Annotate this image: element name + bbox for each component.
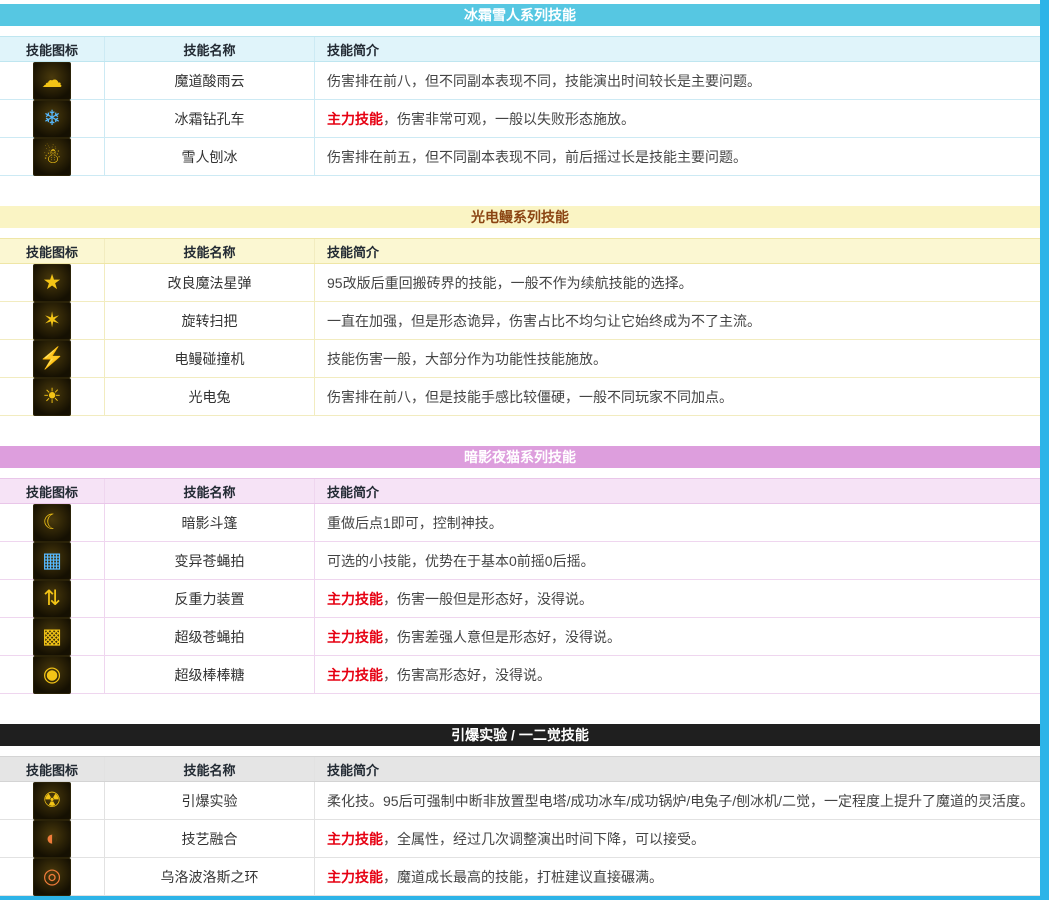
section-title: 光电鳗系列技能 [0, 206, 1040, 228]
skill-desc: 主力技能，魔道成长最高的技能，打桩建议直接碾满。 [315, 858, 1040, 895]
eel-collider-icon: ⚡ [33, 340, 71, 378]
skill-name: 改良魔法星弹 [105, 264, 315, 301]
table-row: ☁ 魔道酸雨云 伤害排在前八，但不同副本表现不同，技能演出时间较长是主要问题。 [0, 62, 1040, 100]
skill-name: 旋转扫把 [105, 302, 315, 339]
table-row: ◎ 乌洛波洛斯之环 主力技能，魔道成长最高的技能，打桩建议直接碾满。 [0, 858, 1040, 896]
skill-name: 超级棒棒糖 [105, 656, 315, 693]
skill-name: 变异苍蝇拍 [105, 542, 315, 579]
skill-name: 反重力装置 [105, 580, 315, 617]
section-title: 暗影夜猫系列技能 [0, 446, 1040, 468]
page-edge-strip-bottom [0, 896, 1049, 900]
table-row: ⇅ 反重力装置 主力技能，伤害一般但是形态好，没得说。 [0, 580, 1040, 618]
column-header-skill-desc: 技能简介 [315, 479, 1040, 503]
section-title: 引爆实验 / 一二觉技能 [0, 724, 1040, 746]
skill-name: 电鳗碰撞机 [105, 340, 315, 377]
skill-desc: 主力技能，伤害一般但是形态好，没得说。 [315, 580, 1040, 617]
super-lollipop-icon: ◉ [33, 656, 71, 694]
section-frost-snowman: 冰霜雪人系列技能 技能图标 技能名称 技能简介 ☁ 魔道酸雨云 伤害排在前八，但… [0, 4, 1040, 176]
skill-name: 引爆实验 [105, 782, 315, 819]
column-header-skill-icon: 技能图标 [0, 37, 105, 61]
column-header-skill-name: 技能名称 [105, 757, 315, 781]
column-header-skill-icon: 技能图标 [0, 757, 105, 781]
section-title: 冰霜雪人系列技能 [0, 4, 1040, 26]
column-header-skill-name: 技能名称 [105, 239, 315, 263]
skill-name: 乌洛波洛斯之环 [105, 858, 315, 895]
table-row: ★ 改良魔法星弹 95改版后重回搬砖界的技能，一般不作为续航技能的选择。 [0, 264, 1040, 302]
table-header-row: 技能图标 技能名称 技能简介 [0, 36, 1040, 62]
table-row: ☢ 引爆实验 柔化技。95后可强制中断非放置型电塔/成功冰车/成功锅炉/电兔子/… [0, 782, 1040, 820]
skill-desc: 伤害排在前八，但是技能手感比较僵硬，一般不同玩家不同加点。 [315, 378, 1040, 415]
table-header-row: 技能图标 技能名称 技能简介 [0, 756, 1040, 782]
skill-name: 超级苍蝇拍 [105, 618, 315, 655]
table-row: ❄ 冰霜钻孔车 主力技能，伤害非常可观，一般以失败形态施放。 [0, 100, 1040, 138]
main-skill-tag: 主力技能 [327, 111, 383, 127]
skill-desc: 伤害排在前八，但不同副本表现不同，技能演出时间较长是主要问题。 [315, 62, 1040, 99]
magic-star-bullet-icon: ★ [33, 264, 71, 302]
frost-drill-car-icon: ❄ [33, 100, 71, 138]
skill-name: 冰霜钻孔车 [105, 100, 315, 137]
skill-desc: 柔化技。95后可强制中断非放置型电塔/成功冰车/成功锅炉/电兔子/刨冰机/二觉，… [315, 782, 1040, 819]
table-row: ✶ 旋转扫把 一直在加强，但是形态诡异，伤害占比不均匀让它始终成为不了主流。 [0, 302, 1040, 340]
section-awakening: 引爆实验 / 一二觉技能 技能图标 技能名称 技能简介 ☢ 引爆实验 柔化技。9… [0, 724, 1040, 896]
shadow-cloak-icon: ☾ [33, 504, 71, 542]
table-row: ☀ 光电兔 伤害排在前八，但是技能手感比较僵硬，一般不同玩家不同加点。 [0, 378, 1040, 416]
skill-desc: 一直在加强，但是形态诡异，伤害占比不均匀让它始终成为不了主流。 [315, 302, 1040, 339]
table-header-row: 技能图标 技能名称 技能简介 [0, 478, 1040, 504]
art-fusion-icon: ◐ [33, 820, 71, 858]
table-row: ▦ 变异苍蝇拍 可选的小技能，优势在于基本0前摇0后摇。 [0, 542, 1040, 580]
acid-rain-cloud-icon: ☁ [33, 62, 71, 100]
column-header-skill-desc: 技能简介 [315, 757, 1040, 781]
column-header-skill-name: 技能名称 [105, 479, 315, 503]
spinning-broom-icon: ✶ [33, 302, 71, 340]
table-row: ⚡ 电鳗碰撞机 技能伤害一般，大部分作为功能性技能施放。 [0, 340, 1040, 378]
column-header-skill-icon: 技能图标 [0, 239, 105, 263]
main-skill-tag: 主力技能 [327, 667, 383, 683]
skill-name: 光电兔 [105, 378, 315, 415]
snowman-shaved-ice-icon: ☃ [33, 138, 71, 176]
skill-desc: 主力技能，伤害差强人意但是形态好，没得说。 [315, 618, 1040, 655]
photon-bunny-icon: ☀ [33, 378, 71, 416]
main-skill-tag: 主力技能 [327, 591, 383, 607]
table-row: ▩ 超级苍蝇拍 主力技能，伤害差强人意但是形态好，没得说。 [0, 618, 1040, 656]
page-edge-strip-right [1040, 0, 1049, 900]
main-skill-tag: 主力技能 [327, 629, 383, 645]
skill-name: 技艺融合 [105, 820, 315, 857]
ouroboros-ring-icon: ◎ [33, 858, 71, 896]
main-skill-tag: 主力技能 [327, 869, 383, 885]
column-header-skill-desc: 技能简介 [315, 37, 1040, 61]
skill-name: 暗影斗篷 [105, 504, 315, 541]
skill-desc: 伤害排在前五，但不同副本表现不同，前后摇过长是技能主要问题。 [315, 138, 1040, 175]
section-electric-eel: 光电鳗系列技能 技能图标 技能名称 技能简介 ★ 改良魔法星弹 95改版后重回搬… [0, 206, 1040, 416]
super-fly-swatter-icon: ▩ [33, 618, 71, 656]
column-header-skill-name: 技能名称 [105, 37, 315, 61]
anti-gravity-device-icon: ⇅ [33, 580, 71, 618]
main-skill-tag: 主力技能 [327, 831, 383, 847]
column-header-skill-desc: 技能简介 [315, 239, 1040, 263]
skill-desc: 主力技能，伤害非常可观，一般以失败形态施放。 [315, 100, 1040, 137]
skill-desc: 重做后点1即可，控制神技。 [315, 504, 1040, 541]
table-row: ☃ 雪人刨冰 伤害排在前五，但不同副本表现不同，前后摇过长是技能主要问题。 [0, 138, 1040, 176]
column-header-skill-icon: 技能图标 [0, 479, 105, 503]
table-row: ☾ 暗影斗篷 重做后点1即可，控制神技。 [0, 504, 1040, 542]
skill-name: 魔道酸雨云 [105, 62, 315, 99]
detonation-experiment-icon: ☢ [33, 782, 71, 820]
table-row: ◐ 技艺融合 主力技能，全属性，经过几次调整演出时间下降，可以接受。 [0, 820, 1040, 858]
skill-desc: 95改版后重回搬砖界的技能，一般不作为续航技能的选择。 [315, 264, 1040, 301]
table-row: ◉ 超级棒棒糖 主力技能，伤害高形态好，没得说。 [0, 656, 1040, 694]
mutant-fly-swatter-icon: ▦ [33, 542, 71, 580]
skill-name: 雪人刨冰 [105, 138, 315, 175]
skill-desc: 主力技能，全属性，经过几次调整演出时间下降，可以接受。 [315, 820, 1040, 857]
section-shadow-cat: 暗影夜猫系列技能 技能图标 技能名称 技能简介 ☾ 暗影斗篷 重做后点1即可，控… [0, 446, 1040, 694]
skill-guide-page: 冰霜雪人系列技能 技能图标 技能名称 技能简介 ☁ 魔道酸雨云 伤害排在前八，但… [0, 0, 1040, 896]
skill-desc: 主力技能，伤害高形态好，没得说。 [315, 656, 1040, 693]
skill-desc: 技能伤害一般，大部分作为功能性技能施放。 [315, 340, 1040, 377]
table-header-row: 技能图标 技能名称 技能简介 [0, 238, 1040, 264]
skill-desc: 可选的小技能，优势在于基本0前摇0后摇。 [315, 542, 1040, 579]
